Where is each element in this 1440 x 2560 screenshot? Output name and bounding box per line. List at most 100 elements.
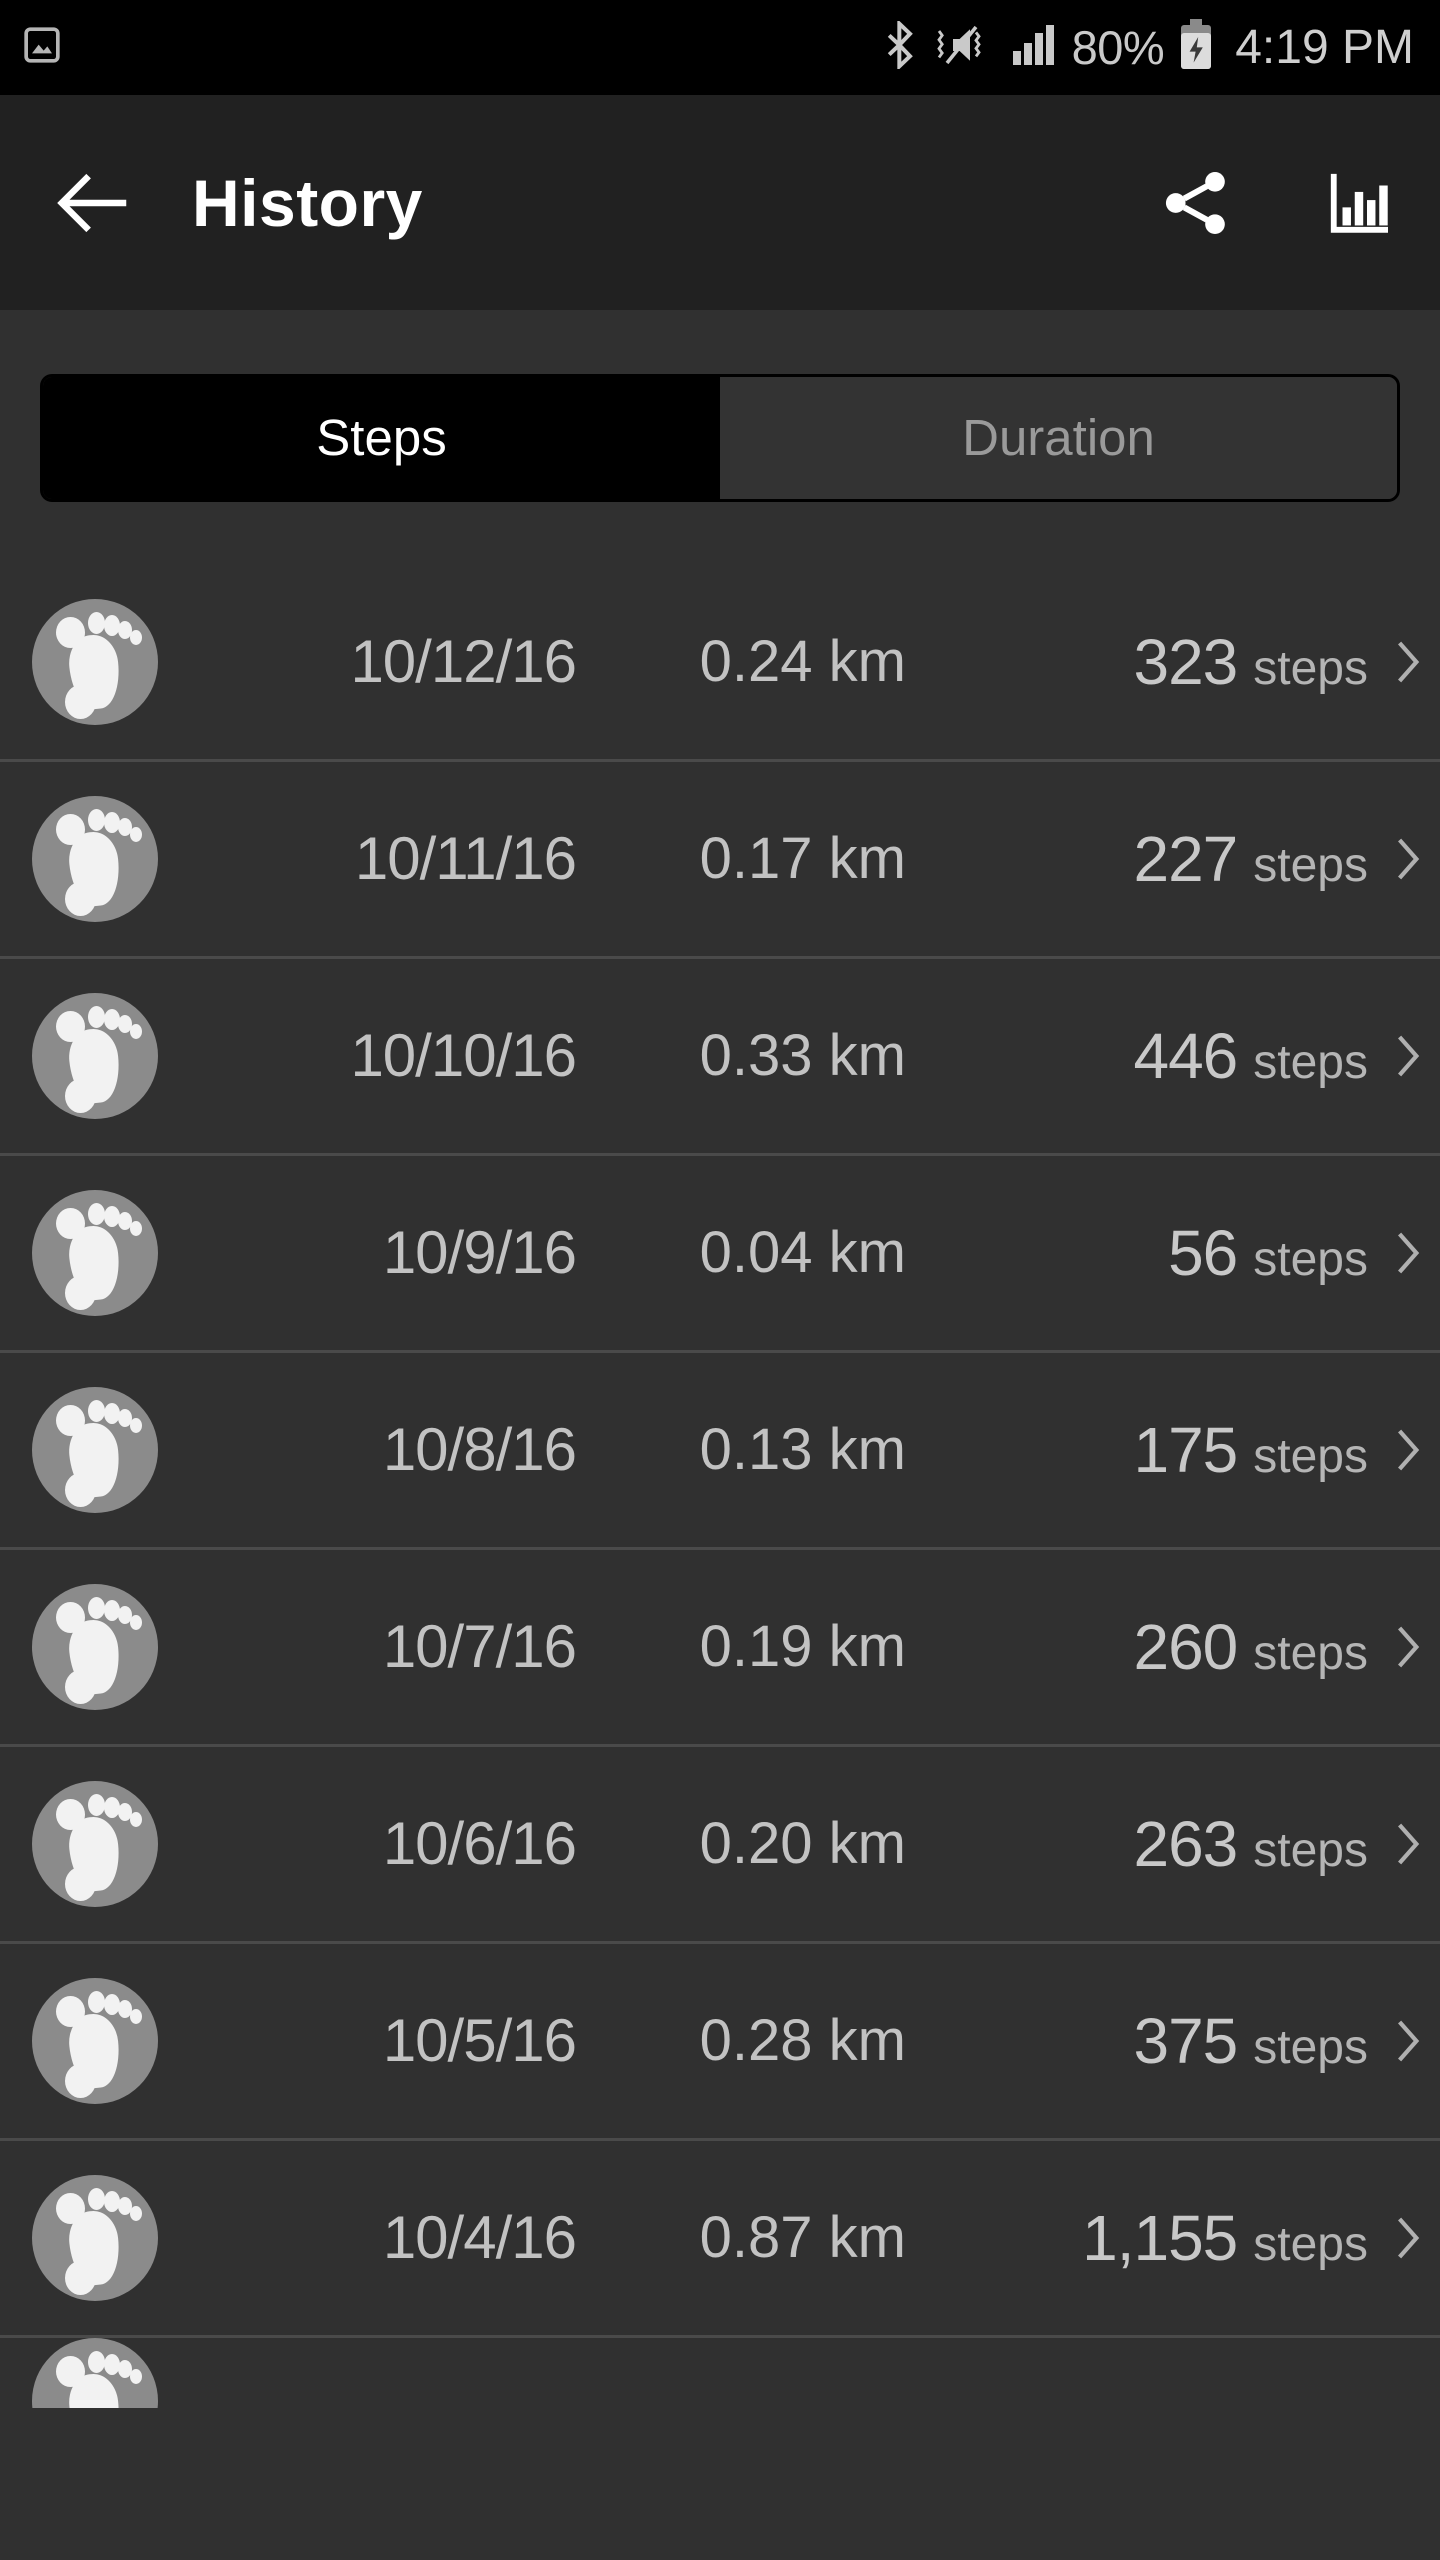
row-date: 10/8/16 xyxy=(382,1416,577,1483)
table-row[interactable]: 10/6/16 0.20 km 263 steps xyxy=(0,1747,1440,1944)
row-distance: 0.04 km xyxy=(699,1220,906,1285)
history-list: 10/12/16 0.24 km 323 steps 10/11/16 0.17 km 22… xyxy=(0,565,1440,2338)
status-bar-right: 80% 4:19 PM xyxy=(885,19,1414,76)
chevron-right-icon[interactable] xyxy=(1394,1226,1440,1280)
bar-chart-icon xyxy=(1330,173,1388,233)
share-icon xyxy=(1165,171,1225,234)
row-date: 10/4/16 xyxy=(382,2204,577,2271)
status-bar-left xyxy=(22,25,62,70)
chevron-right-icon[interactable] xyxy=(1394,2211,1440,2265)
status-bar: 80% 4:19 PM xyxy=(0,0,1440,95)
row-steps: 263 steps xyxy=(906,1812,1394,1876)
chevron-right-icon[interactable] xyxy=(1394,635,1440,689)
segmented-tab-bar: Steps Duration xyxy=(40,373,1400,502)
chevron-right-icon[interactable] xyxy=(1394,1620,1440,1674)
row-steps: 260 steps xyxy=(906,1615,1394,1679)
row-steps: 375 steps xyxy=(906,2009,1394,2073)
tab-steps-label: Steps xyxy=(316,409,447,466)
page-title: History xyxy=(192,165,423,240)
row-distance: 0.24 km xyxy=(699,629,906,694)
row-steps: 227 steps xyxy=(906,827,1394,891)
share-button[interactable] xyxy=(1154,161,1238,245)
cellular-signal-icon xyxy=(1011,23,1057,72)
row-steps-unit: steps xyxy=(1253,1036,1368,1089)
row-date: 10/9/16 xyxy=(382,1219,577,1286)
tab-bar-container: Steps Duration xyxy=(0,310,1440,565)
table-row-partial[interactable] xyxy=(0,2338,1440,2408)
row-date: 10/7/16 xyxy=(382,1613,577,1680)
row-steps: 323 steps xyxy=(906,630,1394,694)
row-steps: 56 steps xyxy=(906,1221,1394,1285)
table-row[interactable]: 10/11/16 0.17 km 227 steps xyxy=(0,762,1440,959)
row-steps-value: 260 xyxy=(1133,1611,1238,1683)
row-distance: 0.17 km xyxy=(699,826,906,891)
table-row[interactable]: 10/9/16 0.04 km 56 steps xyxy=(0,1156,1440,1353)
chevron-right-icon[interactable] xyxy=(1394,832,1440,886)
footprint-icon xyxy=(32,1387,158,1513)
bluetooth-icon xyxy=(885,19,919,74)
footprint-icon xyxy=(32,2338,158,2408)
row-steps-unit: steps xyxy=(1253,1824,1368,1877)
app-bar-actions xyxy=(1154,161,1402,245)
table-row[interactable]: 10/12/16 0.24 km 323 steps xyxy=(0,565,1440,762)
row-distance: 0.19 km xyxy=(699,1614,906,1679)
table-row[interactable]: 10/8/16 0.13 km 175 steps xyxy=(0,1353,1440,1550)
row-steps-value: 375 xyxy=(1133,2005,1238,2077)
volume-mute-vibrate-icon xyxy=(934,22,996,73)
app-bar: History xyxy=(0,95,1440,310)
chevron-right-icon[interactable] xyxy=(1394,1029,1440,1083)
back-button[interactable] xyxy=(46,155,142,251)
footprint-icon xyxy=(32,1584,158,1710)
footprint-icon xyxy=(32,1190,158,1316)
row-steps-value: 56 xyxy=(1168,1217,1238,1289)
screenshot-image-icon xyxy=(22,25,62,70)
battery-charging-icon xyxy=(1179,19,1213,76)
row-date: 10/10/16 xyxy=(350,1022,577,1089)
screen-root: 80% 4:19 PM History Steps Duration 10/12… xyxy=(0,0,1440,2560)
footprint-icon xyxy=(32,993,158,1119)
tab-duration[interactable]: Duration xyxy=(720,376,1397,499)
row-date: 10/12/16 xyxy=(350,628,577,695)
battery-percent-label: 80% xyxy=(1071,21,1165,74)
chart-button[interactable] xyxy=(1318,161,1402,245)
row-distance: 0.33 km xyxy=(699,1023,906,1088)
row-steps-unit: steps xyxy=(1253,1233,1368,1286)
row-distance: 0.20 km xyxy=(699,1811,906,1876)
arrow-back-icon xyxy=(57,173,127,232)
table-row[interactable]: 10/5/16 0.28 km 375 steps xyxy=(0,1944,1440,2141)
table-row[interactable]: 10/7/16 0.19 km 260 steps xyxy=(0,1550,1440,1747)
row-steps-unit: steps xyxy=(1253,2021,1368,2074)
footprint-icon xyxy=(32,1781,158,1907)
row-steps-value: 227 xyxy=(1133,823,1238,895)
table-row[interactable]: 10/10/16 0.33 km 446 steps xyxy=(0,959,1440,1156)
row-steps: 446 steps xyxy=(906,1024,1394,1088)
row-steps: 175 steps xyxy=(906,1418,1394,1482)
chevron-right-icon[interactable] xyxy=(1394,1817,1440,1871)
row-date: 10/5/16 xyxy=(382,2007,577,2074)
row-distance: 0.28 km xyxy=(699,2008,906,2073)
row-steps-value: 1,155 xyxy=(1082,2202,1238,2274)
row-steps-unit: steps xyxy=(1253,2218,1368,2271)
row-distance: 0.13 km xyxy=(699,1417,906,1482)
tab-duration-label: Duration xyxy=(962,409,1155,466)
row-steps-value: 446 xyxy=(1133,1020,1238,1092)
row-steps-unit: steps xyxy=(1253,1430,1368,1483)
row-steps-unit: steps xyxy=(1253,642,1368,695)
tab-steps[interactable]: Steps xyxy=(43,376,720,499)
chevron-right-icon[interactable] xyxy=(1394,2014,1440,2068)
row-steps-value: 263 xyxy=(1133,1808,1238,1880)
row-steps-value: 323 xyxy=(1133,626,1238,698)
row-date: 10/11/16 xyxy=(354,825,577,892)
row-date: 10/6/16 xyxy=(382,1810,577,1877)
table-row[interactable]: 10/4/16 0.87 km 1,155 steps xyxy=(0,2141,1440,2338)
row-steps-unit: steps xyxy=(1253,1627,1368,1680)
row-steps-value: 175 xyxy=(1133,1414,1238,1486)
empty-space xyxy=(0,2408,1440,2560)
row-steps-unit: steps xyxy=(1253,839,1368,892)
footprint-icon xyxy=(32,1978,158,2104)
footprint-icon xyxy=(32,599,158,725)
chevron-right-icon[interactable] xyxy=(1394,1423,1440,1477)
row-distance: 0.87 km xyxy=(699,2205,906,2270)
status-clock: 4:19 PM xyxy=(1235,20,1414,74)
row-steps: 1,155 steps xyxy=(906,2206,1394,2270)
